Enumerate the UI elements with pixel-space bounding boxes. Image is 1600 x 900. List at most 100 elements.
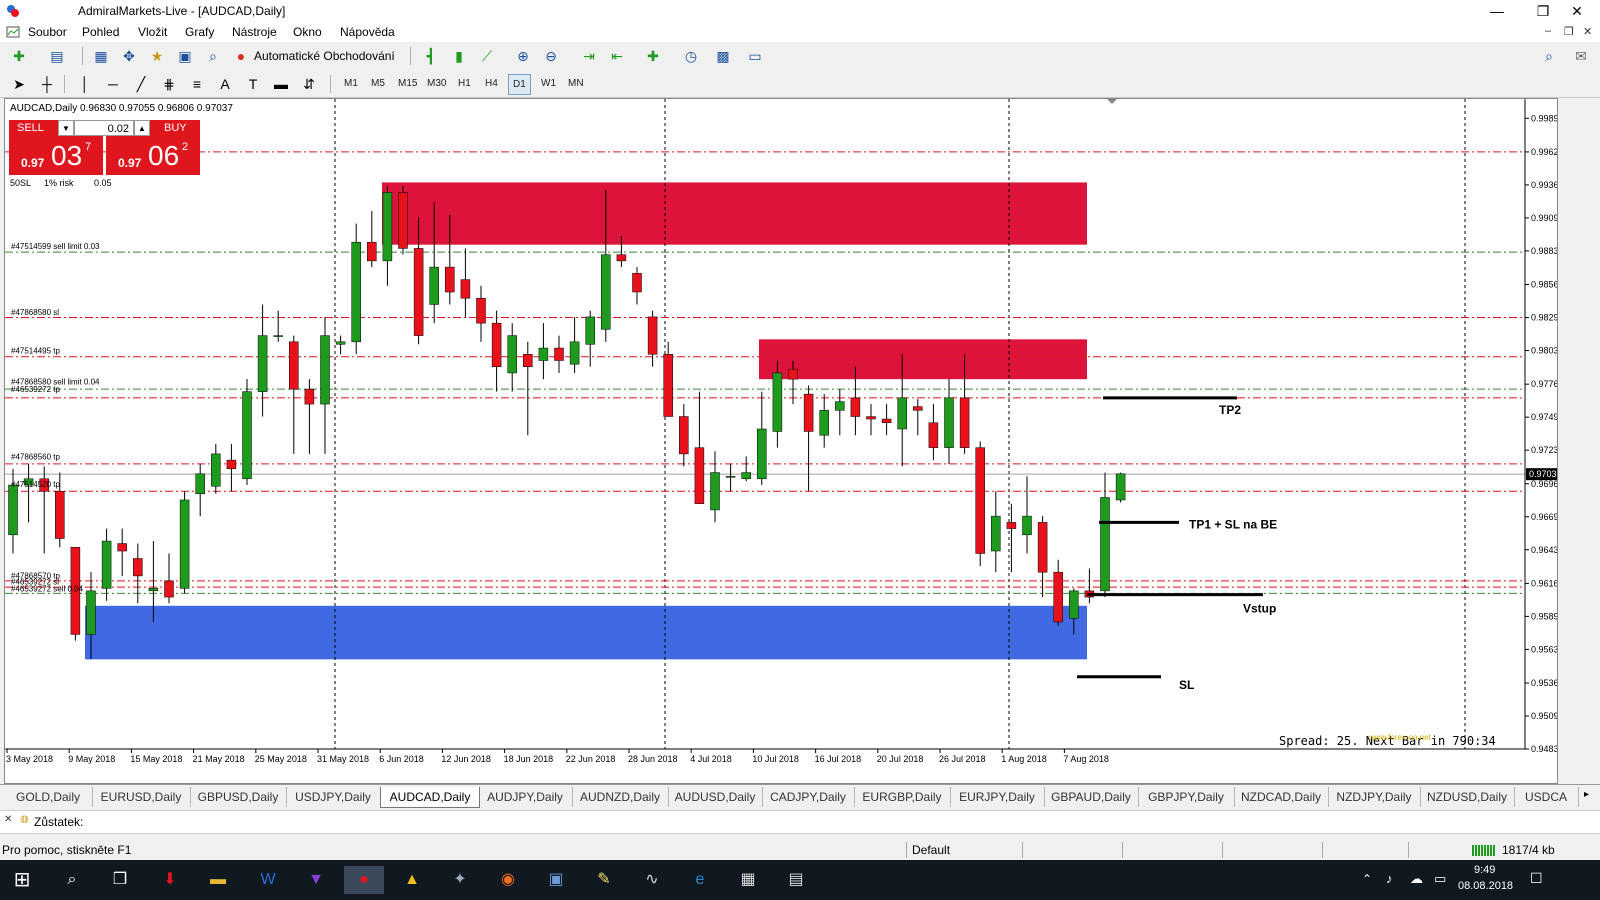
data-window-icon[interactable]: ✥ xyxy=(118,45,140,67)
candlestick-icon[interactable]: ▮ xyxy=(448,45,470,67)
demand-zone[interactable] xyxy=(85,605,1087,660)
search-icon[interactable]: ⌕ xyxy=(1538,45,1560,67)
metatrader-taskbar-icon[interactable]: ● xyxy=(344,866,384,894)
auto-trading-button[interactable]: Automatické Obchodování xyxy=(254,49,395,63)
task-view-icon[interactable]: ❒ xyxy=(100,866,140,894)
word-icon[interactable]: W xyxy=(248,866,288,894)
firefox-icon[interactable]: ◉ xyxy=(488,866,528,894)
warning-app-icon[interactable]: ▲ xyxy=(392,866,432,894)
timeframe-d1[interactable]: D1 xyxy=(508,74,531,95)
windows-start-icon[interactable]: ⊞ xyxy=(2,866,42,894)
market-watch-icon[interactable]: ▦ xyxy=(90,45,112,67)
text-icon[interactable]: A xyxy=(214,73,236,95)
tab-eurgbpdaily[interactable]: EURGBP,Daily xyxy=(854,787,951,807)
app-spiral-icon[interactable]: ∿ xyxy=(632,866,672,894)
templates-icon[interactable]: ▩ xyxy=(712,45,734,67)
tabs-scroll-right-icon[interactable]: ▸ xyxy=(1584,789,1589,800)
text-label-icon[interactable]: T xyxy=(242,73,264,95)
terminal-icon[interactable]: ▣ xyxy=(174,45,196,67)
menu-vlozit[interactable]: Vložit xyxy=(138,25,167,39)
mdi-restore-button[interactable]: ❐ xyxy=(1564,25,1574,38)
profiles-icon[interactable]: ▤ xyxy=(46,45,68,67)
network-icon[interactable]: ☁ xyxy=(1410,871,1423,887)
menu-grafy[interactable]: Grafy xyxy=(185,25,214,39)
tab-audnzddaily[interactable]: AUDNZD,Daily xyxy=(572,787,669,807)
clock-time[interactable]: 9:49 xyxy=(1474,864,1495,876)
supply-zone[interactable] xyxy=(382,182,1087,245)
auto-trading-icon[interactable]: ● xyxy=(230,45,252,67)
tab-gbpjpydaily[interactable]: GBPJPY,Daily xyxy=(1138,787,1235,807)
search-icon[interactable]: ⌕ xyxy=(52,866,92,894)
trendline-icon[interactable]: ╱ xyxy=(130,73,152,95)
tab-eurjpydaily[interactable]: EURJPY,Daily xyxy=(950,787,1045,807)
clock-date[interactable]: 08.08.2018 xyxy=(1458,880,1513,892)
tab-usdca[interactable]: USDCA xyxy=(1514,787,1579,807)
volume-icon[interactable]: ♪ xyxy=(1386,871,1393,886)
chart-shift-icon[interactable]: ⇤ xyxy=(606,45,628,67)
timeframe-h1[interactable]: H1 xyxy=(454,74,475,93)
arrows-icon[interactable]: ⇵ xyxy=(298,73,320,95)
menu-pohled[interactable]: Pohled xyxy=(82,25,119,39)
store-icon[interactable]: ▦ xyxy=(728,866,768,894)
file-explorer-icon[interactable]: ▬ xyxy=(198,866,238,894)
tab-nzdcaddaily[interactable]: NZDCAD,Daily xyxy=(1234,787,1329,807)
timeframe-m15[interactable]: M15 xyxy=(394,74,421,93)
navigator-icon[interactable]: ★ xyxy=(146,45,168,67)
minimize-button[interactable]: — xyxy=(1474,0,1520,22)
rectangle-icon[interactable]: ▬ xyxy=(270,73,292,95)
lot-decrease-button[interactable]: ▼ xyxy=(58,120,74,136)
indicators-icon[interactable]: ✚ xyxy=(642,45,664,67)
tab-golddaily[interactable]: GOLD,Daily xyxy=(4,787,93,807)
menu-soubor[interactable]: Soubor xyxy=(28,25,67,39)
lot-size-input[interactable]: 0.02 xyxy=(74,120,134,136)
mdi-minimize-button[interactable]: – xyxy=(1545,25,1551,37)
terminal-close-icon[interactable]: ✕ xyxy=(4,814,12,825)
app-icon[interactable]: ▣ xyxy=(536,866,576,894)
timeframe-m30[interactable]: M30 xyxy=(423,74,450,93)
vertical-line-icon[interactable]: │ xyxy=(74,73,96,95)
new-chart-icon[interactable]: ✚ xyxy=(8,45,30,67)
strategy-tester-icon[interactable]: ⌕ xyxy=(202,45,224,67)
menu-nastroje[interactable]: Nástroje xyxy=(232,25,277,39)
timeframe-m5[interactable]: M5 xyxy=(367,74,389,93)
tab-nzdusddaily[interactable]: NZDUSD,Daily xyxy=(1420,787,1515,807)
menu-okno[interactable]: Okno xyxy=(293,25,322,39)
bar-chart-icon[interactable]: ┫ xyxy=(420,45,442,67)
tab-audjpydaily[interactable]: AUDJPY,Daily xyxy=(478,787,573,807)
chart-layout-icon[interactable]: ▭ xyxy=(744,45,766,67)
timeframe-m1[interactable]: M1 xyxy=(340,74,362,93)
crosshair-icon[interactable]: ┼ xyxy=(36,73,58,95)
edge-icon[interactable]: e xyxy=(680,866,720,894)
horizontal-line-icon[interactable]: ─ xyxy=(102,73,124,95)
notes-icon[interactable]: ✎ xyxy=(584,866,624,894)
zoom-out-icon[interactable]: ⊖ xyxy=(540,45,562,67)
game-icon[interactable]: ✦ xyxy=(440,866,480,894)
price-chart[interactable]: #47514599 sell limit 0.03 #47868580 sl #47… xyxy=(5,99,1557,783)
lot-increase-button[interactable]: ▲ xyxy=(134,120,150,136)
tab-audusddaily[interactable]: AUDUSD,Daily xyxy=(668,787,763,807)
cursor-icon[interactable]: ➤ xyxy=(8,73,30,95)
tab-audcaddaily[interactable]: AUDCAD,Daily xyxy=(380,787,480,808)
chart-window[interactable]: #47514599 sell limit 0.03 #47868580 sl #47… xyxy=(4,98,1558,784)
notifications-icon[interactable]: ☐ xyxy=(1530,870,1543,887)
channel-icon[interactable]: ⋕ xyxy=(158,73,180,95)
line-chart-icon[interactable]: ⟋ xyxy=(476,45,498,67)
menu-napoveda[interactable]: Nápověda xyxy=(340,25,395,39)
tray-arrow-icon[interactable]: ⌃ xyxy=(1362,872,1372,886)
mdi-close-button[interactable]: ✕ xyxy=(1583,25,1592,38)
calculator-icon[interactable]: ▤ xyxy=(776,866,816,894)
chat-icon[interactable]: ✉ xyxy=(1570,45,1592,67)
auto-scroll-icon[interactable]: ⇥ xyxy=(578,45,600,67)
visual-studio-icon[interactable]: ▼ xyxy=(296,866,336,894)
tab-gbpauddaily[interactable]: GBPAUD,Daily xyxy=(1044,787,1139,807)
timeframe-w1[interactable]: W1 xyxy=(537,74,560,93)
zoom-in-icon[interactable]: ⊕ xyxy=(512,45,534,67)
supply-zone[interactable] xyxy=(759,339,1087,380)
download-app-icon[interactable]: ⬇ xyxy=(150,866,190,894)
tab-eurusddaily[interactable]: EURUSD,Daily xyxy=(92,787,191,807)
fibonacci-icon[interactable]: ≡ xyxy=(186,73,208,95)
battery-icon[interactable]: ▭ xyxy=(1434,871,1446,887)
close-button[interactable]: ✕ xyxy=(1554,0,1600,22)
periods-clock-icon[interactable]: ◷ xyxy=(680,45,702,67)
tab-usdjpydaily[interactable]: USDJPY,Daily xyxy=(286,787,381,807)
